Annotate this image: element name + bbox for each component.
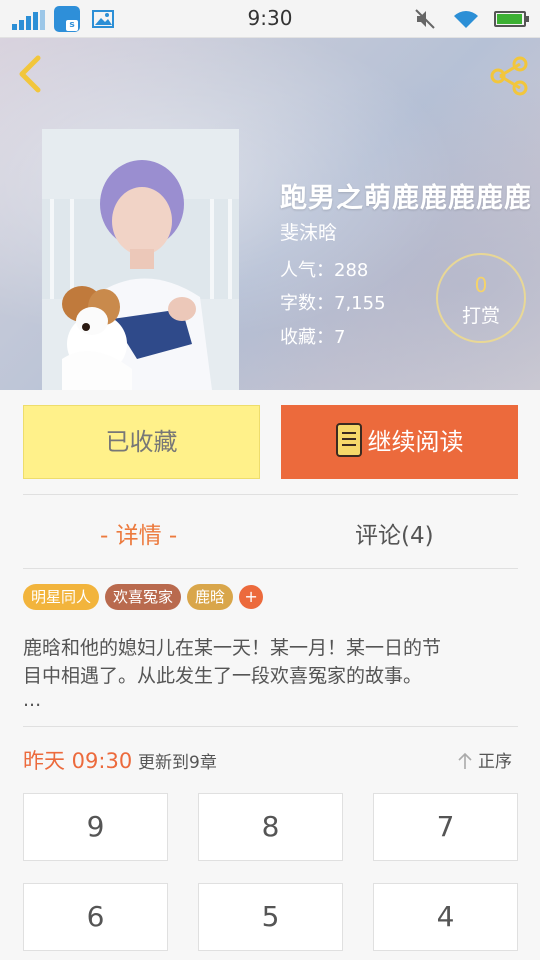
reward-count: 0 [474, 273, 488, 297]
words-label: 字数： [280, 293, 334, 314]
description-more: ... [23, 689, 42, 711]
words-value: 7,155 [334, 293, 386, 314]
arrow-up-icon [458, 752, 472, 769]
divider [23, 568, 518, 569]
book-header: 跑男之萌鹿鹿鹿鹿鹿 斐沫晗 人气：288 字数：7,155 收藏：7 0 打赏 [0, 38, 540, 390]
continue-reading-button[interactable]: 继续阅读 [281, 405, 518, 479]
popularity-label: 人气： [280, 260, 334, 281]
chapter-button[interactable]: 4 [373, 883, 518, 951]
favorites-label: 收藏： [280, 327, 334, 348]
mute-icon [415, 9, 435, 29]
tab-details[interactable]: - 详情 - [100, 516, 177, 550]
description-line: 鹿晗和他的媳妇儿在某一天！某一月！某一日的节 [23, 637, 442, 659]
book-description[interactable]: 鹿晗和他的媳妇儿在某一天！某一月！某一日的节 目中相遇了。从此发生了一段欢喜冤家… [23, 634, 518, 710]
author-name[interactable]: 斐沫晗 [280, 218, 337, 245]
continue-reading-label: 继续阅读 [367, 428, 464, 456]
book-icon [335, 423, 362, 457]
tab-comments[interactable]: 评论(4) [355, 516, 434, 550]
collected-button[interactable]: 已收藏 [23, 405, 260, 479]
chapter-button[interactable]: 5 [198, 883, 343, 951]
description-line: 目中相遇了。从此发生了一段欢喜冤家的故事。 [23, 665, 423, 687]
share-button[interactable] [488, 54, 532, 98]
divider [23, 494, 518, 495]
popularity-value: 288 [334, 260, 369, 281]
popularity-stat: 人气：288 [280, 256, 368, 282]
favorites-value: 7 [334, 327, 346, 348]
update-time: 昨天 09:30 [23, 749, 133, 773]
cover-illustration [42, 129, 239, 390]
sort-label: 正序 [478, 752, 512, 772]
chapter-button[interactable]: 8 [198, 793, 343, 861]
tag-list: 明星同人 欢喜冤家 鹿晗 + [23, 584, 264, 610]
reward-label: 打赏 [461, 305, 500, 327]
tag-item[interactable]: 欢喜冤家 [105, 584, 182, 610]
update-status: 更新到9章 [138, 753, 217, 773]
book-title: 跑男之萌鹿鹿鹿鹿鹿 [280, 183, 532, 214]
status-bar: s 9:30 [0, 0, 540, 38]
chapter-button[interactable]: 9 [23, 793, 168, 861]
divider [23, 726, 518, 727]
chapter-button[interactable]: 6 [23, 883, 168, 951]
reward-button[interactable]: 0 打赏 [436, 253, 526, 343]
battery-icon [494, 11, 529, 27]
chapter-button[interactable]: 7 [373, 793, 518, 861]
add-tag-button[interactable]: + [239, 585, 264, 609]
tag-item[interactable]: 明星同人 [23, 584, 100, 610]
word-count-stat: 字数：7,155 [280, 289, 386, 315]
book-cover[interactable] [42, 129, 239, 390]
tag-item[interactable]: 鹿晗 [187, 584, 234, 610]
sort-order-button[interactable]: 正序 [458, 747, 512, 772]
back-button[interactable] [12, 54, 48, 94]
favorites-stat: 收藏：7 [280, 323, 345, 349]
wifi-icon [454, 11, 478, 28]
